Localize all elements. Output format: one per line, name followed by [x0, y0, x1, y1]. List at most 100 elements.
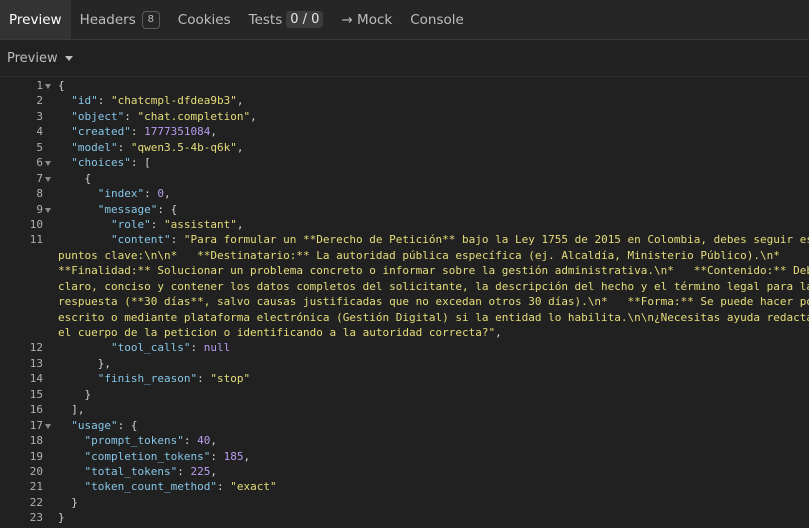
code-line: 7 {	[0, 171, 809, 186]
code-text: "prompt_tokens": 40,	[58, 433, 217, 448]
line-number: 14	[29, 372, 43, 386]
code-token: escrito o mediante plataforma electrónic…	[58, 310, 809, 324]
line-number: 20	[29, 464, 43, 478]
code-token: : {	[117, 418, 138, 432]
code-token: "content"	[110, 233, 171, 247]
view-mode-label: Preview	[7, 50, 58, 66]
code-token: {	[58, 171, 92, 185]
code-token: ,	[250, 109, 257, 123]
code-line: puntos clave:\n\n* **Destinatario:** La …	[0, 248, 809, 263]
code-token: 1777351084	[144, 125, 211, 139]
code-token: "completion_tokens"	[84, 449, 211, 463]
tab-label: Cookies	[177, 11, 231, 28]
code-token: 0	[157, 187, 164, 201]
code-token: "total_tokens"	[84, 464, 178, 478]
fold-toggle[interactable]	[43, 171, 58, 186]
code-token: ,	[210, 434, 217, 448]
code-line: 20 "total_tokens": 225,	[0, 464, 809, 479]
code-token: "Para formular un **Derecho de Petición*…	[183, 233, 809, 247]
code-token: "tool_calls"	[110, 341, 191, 355]
caret-down-icon	[64, 55, 73, 61]
tab-label: Tests	[248, 11, 283, 28]
line-number: 3	[36, 109, 43, 123]
code-line: 18 "prompt_tokens": 40,	[0, 433, 809, 448]
code-line: 22 }	[0, 495, 809, 510]
line-number: 21	[29, 480, 43, 494]
line-number: 12	[29, 341, 43, 355]
code-text: escrito o mediante plataforma electrónic…	[58, 310, 809, 325]
line-number	[0, 248, 43, 263]
code-token: :	[177, 464, 191, 478]
code-text: {	[58, 78, 65, 93]
tab-headers[interactable]: Headers 8	[71, 0, 169, 39]
line-number: 8	[36, 187, 43, 201]
code-line: 12 "tool_calls": null	[0, 340, 809, 355]
code-token: :	[170, 233, 184, 247]
code-token: claro, conciso y contener los datos comp…	[58, 279, 809, 293]
code-token: "id"	[71, 94, 98, 108]
line-number	[0, 294, 43, 309]
tab-preview[interactable]: Preview	[0, 0, 71, 39]
code-text: "model": "qwen3.5-4b-q6k",	[58, 140, 243, 155]
code-token: "chatcmpl-dfdea9b3"	[111, 94, 237, 108]
code-text: "tool_calls": null	[58, 340, 230, 355]
tab-label: Preview	[9, 11, 62, 28]
tab-mock[interactable]: → Mock	[332, 0, 401, 39]
json-viewer[interactable]: 1{2 "id": "chatcmpl-dfdea9b3", 3 "object"…	[0, 78, 809, 528]
tab-console[interactable]: Console	[401, 0, 473, 39]
line-number: 4	[36, 125, 43, 139]
line-number: 7	[36, 171, 43, 185]
fold-chevron-icon	[45, 423, 51, 429]
code-text: },	[58, 356, 111, 371]
code-token: "created"	[71, 125, 131, 139]
code-token: el cuerpo de la peticion o identificando…	[58, 326, 496, 339]
code-line: 9 "message": {	[0, 202, 809, 217]
code-token: "assistant"	[163, 217, 237, 231]
line-number: 17	[29, 418, 43, 432]
code-token: null	[203, 341, 231, 355]
code-token: :	[216, 480, 231, 494]
code-line: 3 "object": "chat.completion",	[0, 109, 809, 124]
code-line: 2 "id": "chatcmpl-dfdea9b3",	[0, 93, 809, 108]
code-token: }	[58, 495, 78, 509]
line-number: 22	[29, 495, 43, 509]
fold-toggle[interactable]	[43, 418, 58, 433]
fold-toggle[interactable]	[43, 202, 58, 217]
code-token: ,	[243, 449, 251, 463]
code-token: :	[190, 341, 204, 355]
code-text: "object": "chat.completion",	[58, 109, 257, 124]
code-token: "qwen3.5-4b-q6k"	[130, 140, 237, 154]
tab-cookies[interactable]: Cookies	[169, 0, 240, 39]
code-token: :	[210, 449, 224, 463]
fold-toggle[interactable]	[43, 78, 58, 93]
line-number: 23	[29, 511, 43, 525]
code-token: "finish_reason"	[97, 372, 198, 386]
code-token: :	[97, 94, 111, 108]
code-text: "token_count_method": "exact"	[58, 479, 277, 494]
tab-tests[interactable]: Tests 0 / 0	[240, 0, 333, 39]
code-token: "message"	[97, 202, 158, 216]
code-line: 11 "content": "Para formular un **Derech…	[0, 232, 809, 247]
code-text: "content": "Para formular un **Derecho d…	[58, 232, 809, 247]
code-text: claro, conciso y contener los datos comp…	[58, 279, 809, 294]
code-token: ,	[236, 217, 244, 231]
line-number: 9	[36, 202, 43, 216]
code-line: 5 "model": "qwen3.5-4b-q6k",	[0, 140, 809, 155]
view-mode-dropdown[interactable]: Preview	[7, 51, 73, 66]
fold-toggle[interactable]	[43, 155, 58, 170]
